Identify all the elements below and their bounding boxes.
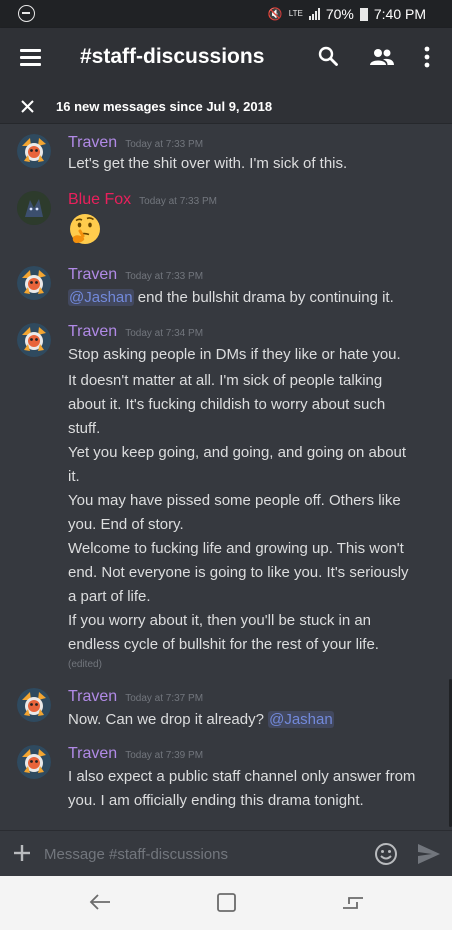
new-messages-bar[interactable]: 16 new messages since Jul 9, 2018 bbox=[0, 90, 452, 124]
message-header: Traven Today at 7:37 PM bbox=[68, 688, 203, 706]
close-icon[interactable] bbox=[20, 99, 35, 114]
hamburger-menu-icon[interactable] bbox=[20, 49, 41, 66]
battery-icon bbox=[359, 7, 368, 21]
message-text: endless cycle of bullshit for the rest o… bbox=[68, 636, 379, 653]
avatar[interactable] bbox=[17, 191, 51, 225]
message-text: it. bbox=[68, 468, 80, 485]
signal-icon bbox=[308, 8, 320, 20]
message-text-part: Now. Can we drop it already? bbox=[68, 711, 269, 728]
message-body: Stop asking people in DMs if they like o… bbox=[68, 343, 440, 673]
message-text: end. Not everyone is going to like you. … bbox=[68, 564, 409, 581]
message-text: Now. Can we drop it already? @Jashan bbox=[68, 708, 440, 732]
home-icon[interactable] bbox=[217, 893, 236, 912]
message-text: Welcome to fucking life and growing up. … bbox=[68, 540, 404, 557]
timestamp: Today at 7:37 PM bbox=[125, 693, 204, 704]
timestamp: Today at 7:33 PM bbox=[125, 139, 204, 150]
avatar[interactable] bbox=[17, 134, 51, 168]
avatar[interactable] bbox=[17, 266, 51, 300]
search-icon[interactable] bbox=[318, 46, 338, 66]
avatar-traven-icon bbox=[17, 266, 51, 300]
system-nav-bar bbox=[0, 876, 452, 930]
status-time: 7:40 PM bbox=[373, 6, 426, 22]
message-text: You may have pissed some people off. Oth… bbox=[68, 492, 401, 509]
plus-icon[interactable] bbox=[13, 844, 31, 862]
back-icon[interactable] bbox=[89, 892, 111, 912]
message-header: Blue Fox Today at 7:33 PM bbox=[68, 191, 217, 209]
author-name[interactable]: Traven bbox=[68, 323, 117, 340]
app-header: #staff-discussions bbox=[0, 28, 452, 90]
avatar-traven-icon bbox=[17, 745, 51, 779]
author-name[interactable]: Traven bbox=[68, 266, 117, 283]
message-list[interactable]: Traven Today at 7:33 PM Let's get the shi… bbox=[0, 124, 452, 830]
send-icon[interactable] bbox=[417, 843, 441, 865]
message-text: you. I am officially ending this drama t… bbox=[68, 792, 364, 809]
thinking-face-icon[interactable] bbox=[67, 212, 103, 248]
avatar[interactable] bbox=[17, 323, 51, 357]
avatar[interactable] bbox=[17, 745, 51, 779]
status-indicators: 🔇 LTE 70% 7:40 PM bbox=[268, 6, 426, 22]
message-text: @Jashan end the bullshit drama by contin… bbox=[68, 286, 440, 310]
network-type: LTE bbox=[288, 9, 303, 18]
channel-title: #staff-discussions bbox=[80, 45, 265, 68]
message-body: Let's get the shit over with. I'm sick o… bbox=[68, 152, 440, 176]
more-vert-icon[interactable] bbox=[422, 45, 432, 69]
edited-label: (edited) bbox=[68, 659, 102, 670]
timestamp: Today at 7:34 PM bbox=[125, 328, 204, 339]
mute-icon: 🔇 bbox=[267, 7, 283, 21]
author-name[interactable]: Traven bbox=[68, 688, 117, 705]
message-text: Yet you keep going, and going, and going… bbox=[68, 444, 407, 461]
message-header: Traven Today at 7:33 PM bbox=[68, 134, 203, 152]
message-text: you. End of story. bbox=[68, 516, 184, 533]
message-body: Now. Can we drop it already? @Jashan bbox=[68, 708, 440, 732]
message-text: stuff. bbox=[68, 420, 101, 437]
timestamp: Today at 7:33 PM bbox=[139, 196, 217, 207]
timestamp: Today at 7:33 PM bbox=[125, 271, 204, 282]
avatar-traven-icon bbox=[17, 323, 51, 357]
message-composer bbox=[0, 830, 452, 876]
author-name[interactable]: Traven bbox=[68, 134, 117, 151]
recent-apps-icon[interactable] bbox=[342, 893, 364, 913]
message-body: @Jashan end the bullshit drama by contin… bbox=[68, 286, 440, 310]
message-text: Let's get the shit over with. I'm sick o… bbox=[68, 155, 348, 172]
message-text: a part of life. bbox=[68, 588, 151, 605]
avatar-traven-icon bbox=[17, 688, 51, 722]
author-name[interactable]: Traven bbox=[68, 745, 117, 762]
timestamp: Today at 7:39 PM bbox=[125, 750, 204, 761]
new-messages-text: 16 new messages since Jul 9, 2018 bbox=[56, 99, 273, 114]
message-body: I also expect a public staff channel onl… bbox=[68, 765, 440, 813]
message-text: about it. It's fucking childish to worry… bbox=[68, 396, 386, 413]
message-header: Traven Today at 7:39 PM bbox=[68, 745, 203, 763]
message-text: I also expect a public staff channel onl… bbox=[68, 768, 416, 785]
message-text-part: end the bullshit drama by continuing it. bbox=[133, 289, 394, 306]
message-header: Traven Today at 7:34 PM bbox=[68, 323, 203, 341]
user-mention[interactable]: @Jashan bbox=[68, 289, 134, 306]
avatar[interactable] bbox=[17, 688, 51, 722]
message-text: If you worry about it, then you'll be st… bbox=[68, 612, 372, 629]
members-icon[interactable] bbox=[369, 47, 395, 67]
message-input[interactable] bbox=[44, 841, 364, 867]
do-not-disturb-icon bbox=[18, 5, 35, 22]
emoji-picker-icon[interactable] bbox=[374, 842, 398, 866]
user-mention[interactable]: @Jashan bbox=[268, 711, 334, 728]
status-bar: 🔇 LTE 70% 7:40 PM bbox=[0, 0, 452, 28]
avatar-blue-fox-icon bbox=[17, 191, 51, 225]
author-name[interactable]: Blue Fox bbox=[68, 191, 131, 208]
message-text: It doesn't matter at all. I'm sick of pe… bbox=[68, 372, 383, 389]
message-text: Stop asking people in DMs if they like o… bbox=[68, 346, 401, 363]
avatar-traven-icon bbox=[17, 134, 51, 168]
message-header: Traven Today at 7:33 PM bbox=[68, 266, 203, 284]
battery-percent: 70% bbox=[325, 6, 354, 22]
